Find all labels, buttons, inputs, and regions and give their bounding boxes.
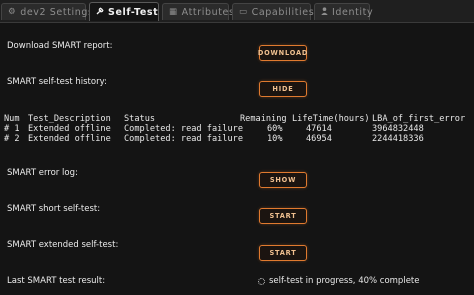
cell-lba: 2244418336 xyxy=(372,134,424,144)
cell-remaining: 10% xyxy=(267,134,283,144)
error-log-label: SMART error log: xyxy=(7,168,78,178)
cell-lba: 3964832448 xyxy=(372,124,424,134)
tab-capabilities[interactable]: ▭ Capabilities xyxy=(232,3,314,20)
last-test-result-status: self-test in progress, 40% complete xyxy=(258,276,420,286)
download-button[interactable]: DOWNLOAD xyxy=(258,45,307,61)
cell-lifetime: 46954 xyxy=(306,134,332,144)
tab-label: Attributes xyxy=(181,6,235,18)
column-header-description: Test_Description xyxy=(28,114,111,124)
column-header-lifetime: LifeTime(hours) xyxy=(292,114,370,124)
tab-label: dev2 Settings xyxy=(20,6,94,18)
cell-remaining: 60% xyxy=(267,124,283,134)
spinner-icon xyxy=(258,277,265,285)
tab-label: Self-Test xyxy=(108,6,159,18)
start-extended-test-button[interactable]: START xyxy=(259,245,307,261)
cell-lifetime: 47614 xyxy=(306,124,332,134)
tab-attributes[interactable]: ▦ Attributes xyxy=(162,3,234,20)
column-header-num: Num xyxy=(4,114,20,124)
tab-label: Identity xyxy=(332,6,374,18)
grid-icon: ▦ xyxy=(169,7,178,17)
self-test-history-label: SMART self-test history: xyxy=(7,77,107,87)
start-short-test-button[interactable]: START xyxy=(259,208,307,224)
drive-icon: ▭ xyxy=(239,7,248,17)
column-header-remaining: Remaining xyxy=(240,114,287,124)
tab-identity[interactable]: Identity xyxy=(314,3,374,20)
cell-description: Extended offline xyxy=(28,124,111,134)
last-test-result-value: self-test in progress, 40% complete xyxy=(269,276,420,286)
hide-history-button[interactable]: HIDE xyxy=(259,81,307,97)
show-error-log-button[interactable]: SHOW xyxy=(259,172,307,188)
cell-status: Completed: read failure xyxy=(124,124,243,134)
last-test-result-label: Last SMART test result: xyxy=(7,276,106,286)
tab-label: Capabilities xyxy=(251,6,315,18)
column-header-lba: LBA_of_first_error xyxy=(372,114,466,124)
download-report-label: Download SMART report: xyxy=(7,41,113,51)
short-self-test-label: SMART short self-test: xyxy=(7,204,101,214)
person-icon xyxy=(321,6,328,18)
wrench-icon xyxy=(96,6,104,18)
tab-bar: ⚙ dev2 Settings Self-Test ▦ Attributes ▭… xyxy=(0,0,474,23)
gear-icon: ⚙ xyxy=(8,7,17,17)
cell-num: # 1 xyxy=(4,124,20,134)
cell-description: Extended offline xyxy=(28,134,111,144)
extended-self-test-label: SMART extended self-test: xyxy=(7,240,119,250)
cell-num: # 2 xyxy=(4,134,20,144)
column-header-status: Status xyxy=(124,114,156,124)
tab-self-test[interactable]: Self-Test xyxy=(89,2,159,21)
cell-status: Completed: read failure xyxy=(124,134,243,144)
tab-settings[interactable]: ⚙ dev2 Settings xyxy=(1,3,93,20)
